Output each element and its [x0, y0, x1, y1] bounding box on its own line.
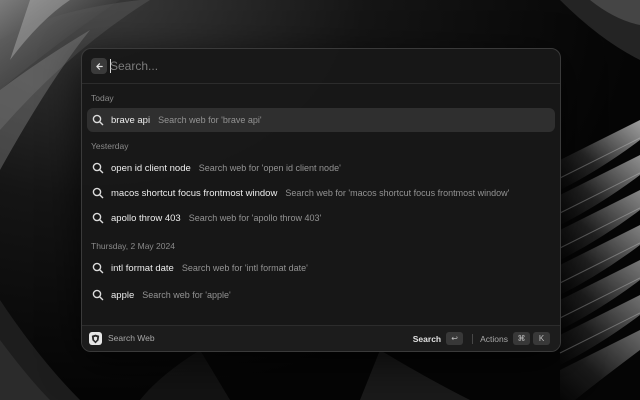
- list-item[interactable]: open id client node Search web for 'open…: [87, 156, 555, 180]
- item-title: intl format date: [111, 262, 174, 274]
- primary-action-button[interactable]: Search: [413, 334, 441, 344]
- item-subtitle: Search web for 'apollo throw 403': [188, 213, 322, 223]
- actions-button[interactable]: Actions: [480, 334, 508, 344]
- section-title-today: Today: [91, 93, 114, 103]
- item-title: apple: [111, 289, 135, 301]
- item-subtitle: Search web for 'brave api': [158, 115, 262, 125]
- section-title-yesterday: Yesterday: [91, 141, 129, 151]
- item-subtitle: Search web for 'intl format date': [181, 263, 308, 273]
- k-key-hint: K: [533, 332, 550, 345]
- brave-shield-icon: [89, 332, 102, 345]
- arrow-left-icon: [95, 62, 103, 70]
- launcher-window: Today brave api Search web for 'brave ap…: [81, 48, 561, 352]
- search-icon: [92, 162, 104, 174]
- enter-key-hint: ↩: [446, 332, 464, 345]
- search-icon: [92, 262, 104, 274]
- item-subtitle: Search web for 'macos shortcut focus fro…: [285, 188, 510, 198]
- footer-divider: [472, 333, 474, 344]
- search-icon: [92, 114, 104, 126]
- list-item[interactable]: macos shortcut focus frontmost window Se…: [87, 181, 555, 205]
- search-icon: [92, 289, 104, 301]
- command-key-hint: ⌘: [513, 332, 530, 345]
- item-title: macos shortcut focus frontmost window: [111, 187, 278, 199]
- search-icon: [92, 187, 104, 199]
- search-icon: [92, 212, 104, 224]
- action-bar: Search Web Search ↩ Actions ⌘ K: [82, 325, 560, 351]
- extension-name: Search Web: [108, 333, 155, 343]
- search-bar: [82, 49, 560, 84]
- section-title-thursday: Thursday, 2 May 2024: [91, 241, 175, 251]
- desktop-background: Today brave api Search web for 'brave ap…: [0, 0, 640, 400]
- item-subtitle: Search web for 'open id client node': [198, 163, 341, 173]
- list-item[interactable]: intl format date Search web for 'intl fo…: [87, 256, 555, 280]
- item-title: apollo throw 403: [111, 212, 181, 224]
- footer-actions: Search ↩ Actions ⌘ K: [413, 331, 553, 346]
- item-title: brave api: [111, 114, 151, 126]
- search-input[interactable]: [110, 57, 530, 75]
- list-item[interactable]: apple Search web for 'apple': [87, 283, 555, 307]
- item-title: open id client node: [111, 162, 191, 174]
- back-button[interactable]: [91, 58, 107, 74]
- list-item[interactable]: apollo throw 403 Search web for 'apollo …: [87, 206, 555, 230]
- item-subtitle: Search web for 'apple': [142, 290, 231, 300]
- list-item[interactable]: brave api Search web for 'brave api': [87, 108, 555, 132]
